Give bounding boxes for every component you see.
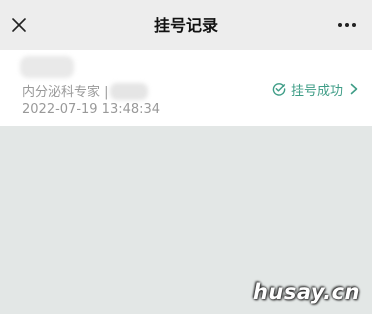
- redacted-patient-name: [20, 56, 74, 78]
- registration-record-card[interactable]: 内分泌科专家 | 2022-07-19 13:48:34 挂号成功: [0, 50, 372, 126]
- department-label: 内分泌科专家 |: [22, 85, 109, 100]
- page-title: 挂号记录: [153, 16, 218, 35]
- redacted-doctor-name: [110, 83, 148, 100]
- watermark: husay.cn: [252, 280, 360, 304]
- top-nav-bar: 挂号记录: [0, 0, 372, 50]
- status-badge: 挂号成功: [290, 83, 343, 99]
- more-horizontal-icon: [338, 23, 356, 27]
- registration-time: 2022-07-19 13:48:34: [22, 102, 161, 117]
- status-link[interactable]: 挂号成功: [272, 80, 358, 99]
- more-button[interactable]: [336, 17, 358, 33]
- check-circle-icon: [272, 82, 286, 96]
- chevron-right-icon: [350, 83, 358, 95]
